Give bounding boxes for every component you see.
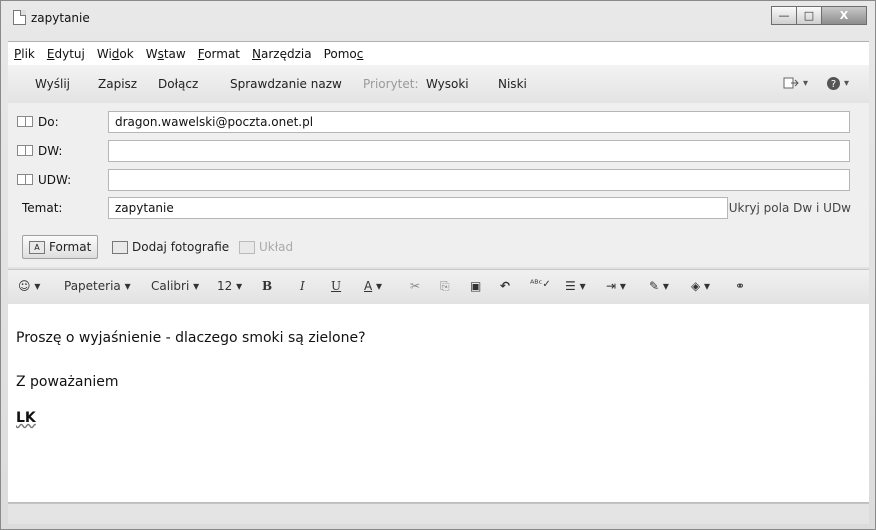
stationery-label: Papeteria <box>64 279 121 293</box>
undo-icon[interactable]: ↶ <box>500 279 510 293</box>
menu-accel: c <box>356 47 364 61</box>
underline-button[interactable]: U <box>331 279 341 293</box>
send-receive-dropdown-icon[interactable]: ▾ <box>803 78 808 89</box>
format-button[interactable]: A Format <box>22 235 99 259</box>
maximize-button[interactable]: □ <box>796 6 822 25</box>
menu-bar: Plik Edytuj Widok Wstaw Format Narzędzia… <box>8 41 869 67</box>
menu-label: dytuj <box>54 47 85 61</box>
indent-icon[interactable]: ⇥ ▾ <box>606 279 626 293</box>
main-toolbar: Wyślij Zapisz Dołącz Sprawdzanie nazw Pr… <box>8 65 869 104</box>
menu-wstaw[interactable]: Wstaw <box>140 47 192 61</box>
font-dropdown[interactable]: Calibri ▾ <box>151 279 199 293</box>
layout-label: Układ <box>259 240 294 254</box>
menu-label: Wi <box>96 47 112 61</box>
save-button[interactable]: Zapisz <box>98 77 137 91</box>
cut-icon[interactable]: ✂ <box>410 279 420 293</box>
formatting-toolbar: ☺ ▾ Papeteria ▾ Calibri ▾ 12 ▾ B I U A ▾… <box>8 269 869 305</box>
body-line-question: Proszę o wyjaśnienie - dlaczego smoki są… <box>16 330 366 346</box>
priority-high-button[interactable]: Wysoki <box>426 77 469 91</box>
menu-label: Pomo <box>323 47 357 61</box>
cc-row: DW: <box>8 140 869 164</box>
priority-label: Priorytet: <box>363 77 419 91</box>
subject-row: Temat: zapytanie Ukryj pola Dw i UDw <box>8 197 869 221</box>
menu-label: taw <box>163 47 186 61</box>
document-icon <box>13 10 26 25</box>
layout-button[interactable]: Układ <box>233 235 299 259</box>
to-label: Do: <box>38 115 59 129</box>
format-row: A Format Dodaj fotografie Układ <box>8 231 869 263</box>
insert-link-icon[interactable]: ⚭ <box>735 279 745 293</box>
status-bar <box>8 503 869 524</box>
address-book-icon[interactable] <box>17 174 33 185</box>
attach-button[interactable]: Dołącz <box>158 77 198 91</box>
menu-widok[interactable]: Widok <box>91 47 140 61</box>
spellcheck-icon[interactable]: ᴬᴮᶜ✓ <box>530 279 551 290</box>
menu-pomoc[interactable]: Pomoc <box>318 47 370 61</box>
body-line-closing: Z poważaniem <box>16 374 119 390</box>
help-icon: ? <box>827 77 840 90</box>
bcc-field[interactable] <box>108 169 850 191</box>
format-label: Format <box>49 240 92 254</box>
priority-low-button[interactable]: Niski <box>498 77 527 91</box>
close-button[interactable]: X <box>821 6 867 25</box>
font-label: Calibri <box>151 279 190 293</box>
menu-label: lik <box>21 47 35 61</box>
send-receive-icon <box>783 77 799 89</box>
stationery-dropdown[interactable]: Papeteria ▾ <box>64 279 131 293</box>
photo-icon <box>112 240 128 254</box>
bcc-row: UDW: <box>8 169 869 193</box>
window-title: zapytanie <box>31 11 90 25</box>
add-photos-label: Dodaj fotografie <box>132 240 230 254</box>
address-book-icon[interactable] <box>17 116 33 127</box>
format-icon: A <box>29 240 45 254</box>
menu-label: arzędzia <box>261 47 312 61</box>
compose-window: zapytanie — □ X Plik Edytuj Widok Wstaw … <box>0 0 876 530</box>
bcc-label: UDW: <box>38 173 72 187</box>
send-button[interactable]: Wyślij <box>35 77 70 91</box>
message-headers: Do: dragon.wawelski@poczta.onet.pl DW: U… <box>8 103 869 267</box>
copy-icon[interactable]: ⎘ <box>440 279 450 294</box>
svg-text:?: ? <box>831 79 836 90</box>
menu-plik[interactable]: Plik <box>8 47 41 61</box>
to-field[interactable]: dragon.wawelski@poczta.onet.pl <box>108 111 850 133</box>
help-dropdown-icon[interactable]: ▾ <box>844 78 849 89</box>
menu-edytuj[interactable]: Edytuj <box>41 47 91 61</box>
add-photos-button[interactable]: Dodaj fotografie <box>106 235 235 259</box>
font-color-label: A <box>364 279 373 293</box>
font-size-dropdown[interactable]: 12 ▾ <box>217 279 242 293</box>
menu-label: ormat <box>204 47 241 61</box>
font-color-button[interactable]: A ▾ <box>364 279 382 293</box>
subject-field[interactable]: zapytanie <box>108 197 728 219</box>
menu-label: W <box>145 47 158 61</box>
to-row: Do: dragon.wawelski@poczta.onet.pl <box>8 111 869 135</box>
hide-cc-bcc-link[interactable]: Ukryj pola Dw i UDw <box>729 201 851 215</box>
send-receive-icon[interactable] <box>783 76 799 94</box>
title-bar[interactable]: zapytanie — □ X <box>1 1 875 41</box>
font-size-label: 12 <box>217 279 233 293</box>
list-icon[interactable]: ☰ ▾ <box>565 279 586 293</box>
emoticon-icon[interactable]: ☺ ▾ <box>18 279 40 293</box>
menu-label: ok <box>119 47 134 61</box>
check-names-button[interactable]: Sprawdzanie nazw <box>230 77 342 91</box>
menu-accel: N <box>252 47 261 61</box>
menu-narzedzia[interactable]: Narzędzia <box>246 47 318 61</box>
layout-icon <box>239 240 255 254</box>
menu-format[interactable]: Format <box>192 47 246 61</box>
highlight-icon[interactable]: ✎ ▾ <box>649 279 669 293</box>
help-icon[interactable]: ? <box>826 76 841 95</box>
cc-label: DW: <box>38 144 63 158</box>
background-color-icon[interactable]: ◈ ▾ <box>691 279 710 293</box>
window-controls: — □ X <box>771 6 867 25</box>
body-signature: LK <box>16 410 36 426</box>
paste-icon[interactable]: ▣ <box>470 279 481 293</box>
bold-button[interactable]: B <box>262 279 272 293</box>
minimize-button[interactable]: — <box>771 6 797 25</box>
italic-button[interactable]: I <box>300 279 305 293</box>
subject-label: Temat: <box>22 201 63 215</box>
cc-field[interactable] <box>108 140 850 162</box>
address-book-icon[interactable] <box>17 145 33 156</box>
message-body-editor[interactable]: Proszę o wyjaśnienie - dlaczego smoki są… <box>8 304 869 503</box>
